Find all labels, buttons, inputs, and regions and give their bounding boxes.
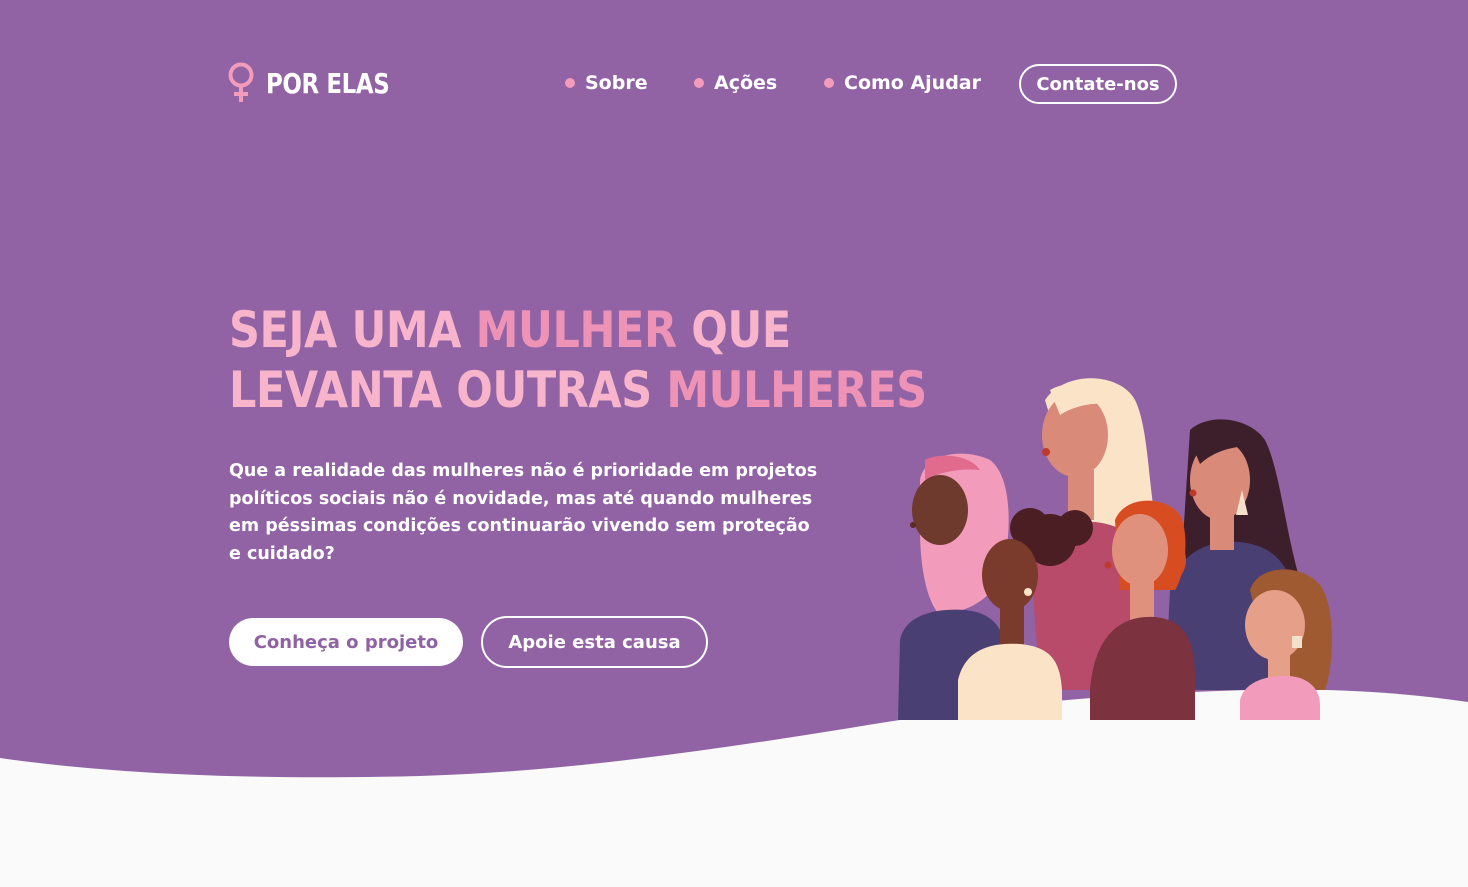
headline-accent: MULHER	[475, 301, 677, 359]
headline-text: LEVANTA OUTRAS	[229, 361, 667, 419]
logo[interactable]: POR ELAS	[226, 62, 416, 104]
nav-item-acoes[interactable]: Ações	[694, 72, 824, 94]
bullet-dot-icon	[565, 78, 575, 88]
headline-text: SEJA UMA	[229, 301, 476, 359]
hero-description: Que a realidade das mulheres não é prior…	[229, 461, 818, 564]
nav-item-label: Ações	[714, 72, 778, 94]
female-symbol-icon	[228, 62, 254, 102]
contact-button[interactable]: Contate-nos	[1019, 64, 1177, 104]
headline-line-1: SEJA UMA MULHER QUE	[229, 300, 791, 360]
nav-item-como-ajudar[interactable]: Como Ajudar	[824, 72, 994, 94]
bullet-dot-icon	[824, 78, 834, 88]
landing-page: POR ELAS Sobre Ações Como Ajudar Contate…	[0, 0, 1468, 887]
learn-project-button[interactable]: Conheça o projeto	[229, 618, 463, 666]
logo-text: POR ELAS	[266, 66, 390, 100]
nav-item-label: Sobre	[585, 72, 648, 94]
headline-text: QUE	[676, 301, 791, 359]
hero-headline: SEJA UMA MULHER QUE LEVANTA OUTRAS MULHE…	[229, 300, 927, 420]
headline-line-2: LEVANTA OUTRAS MULHERES	[229, 360, 927, 420]
main-nav: Sobre Ações Como Ajudar	[565, 72, 994, 94]
nav-item-label: Como Ajudar	[844, 72, 981, 94]
women-group-illustration	[898, 378, 1332, 720]
nav-item-sobre[interactable]: Sobre	[565, 72, 694, 94]
support-cause-button[interactable]: Apoie esta causa	[481, 616, 708, 668]
bullet-dot-icon	[694, 78, 704, 88]
